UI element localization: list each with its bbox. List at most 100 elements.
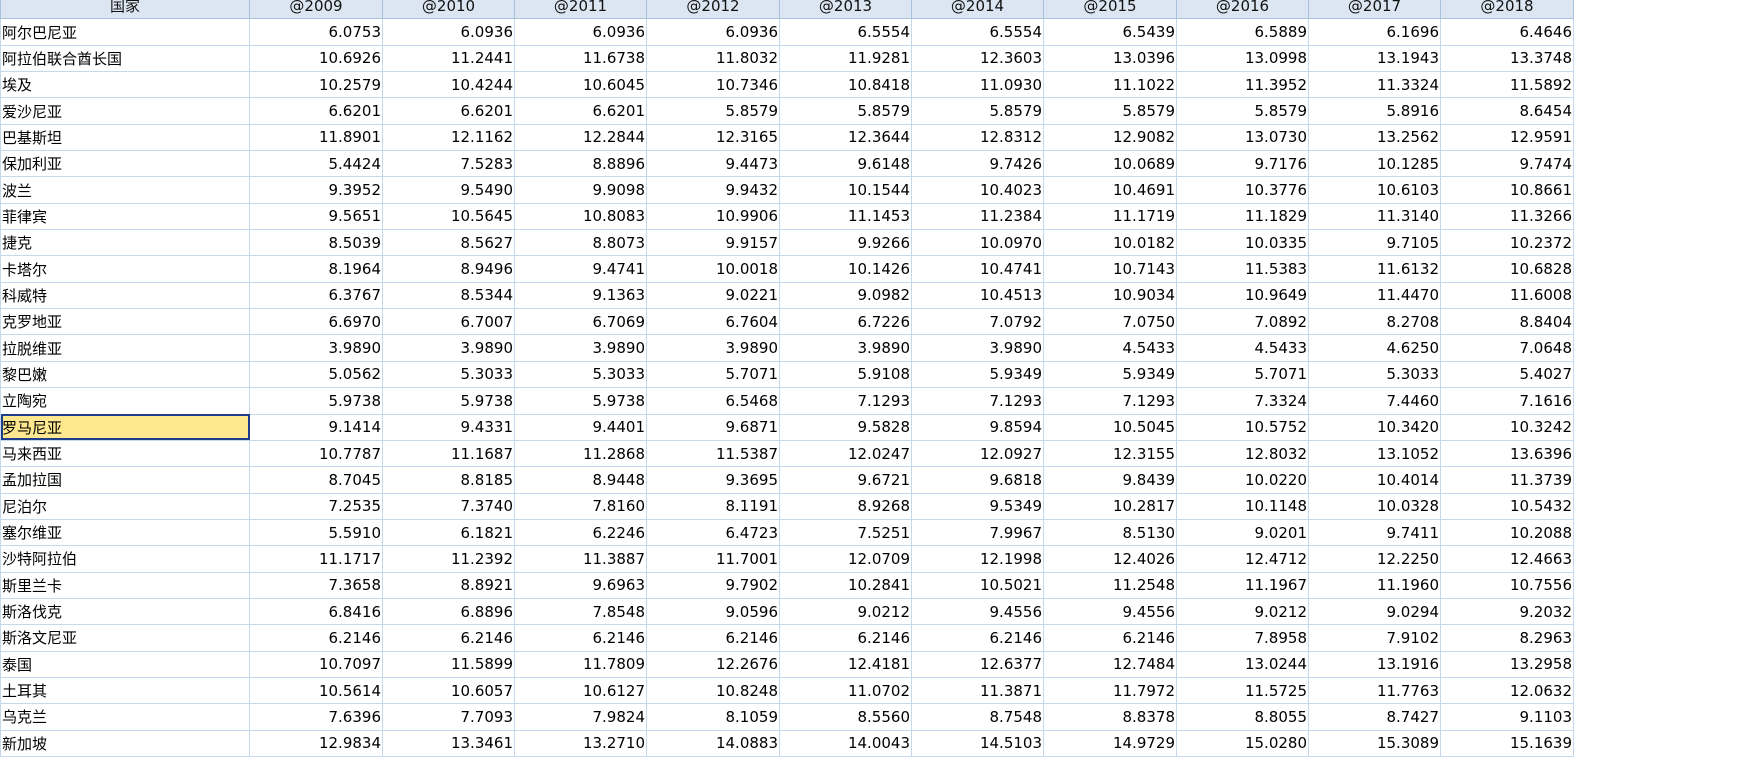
value-cell[interactable]: 10.9034 <box>1043 281 1177 310</box>
value-cell[interactable]: 10.9906 <box>646 202 780 231</box>
value-cell[interactable]: 5.9108 <box>779 360 912 389</box>
value-cell[interactable]: 10.6828 <box>1440 255 1574 283</box>
value-cell[interactable]: 6.6201 <box>249 97 383 125</box>
value-cell[interactable]: 10.7346 <box>646 71 780 99</box>
value-cell[interactable]: 5.9738 <box>514 387 647 415</box>
value-cell[interactable]: 9.1414 <box>249 413 383 441</box>
value-cell[interactable]: 10.1426 <box>779 255 912 283</box>
value-cell[interactable]: 11.7763 <box>1308 676 1441 705</box>
value-cell[interactable]: 5.7071 <box>646 360 780 389</box>
value-cell[interactable]: 10.5614 <box>249 676 383 705</box>
value-cell[interactable]: 11.1687 <box>382 439 515 468</box>
value-cell[interactable]: 7.7093 <box>382 703 515 731</box>
country-cell[interactable]: 捷克 <box>0 229 250 257</box>
value-cell[interactable]: 11.2548 <box>1043 571 1177 599</box>
value-cell[interactable]: 8.5627 <box>382 229 515 257</box>
value-cell[interactable]: 5.8579 <box>1043 97 1177 125</box>
value-cell[interactable]: 9.6148 <box>779 150 912 178</box>
value-cell[interactable]: 10.5045 <box>1043 413 1177 441</box>
value-cell[interactable]: 12.0927 <box>911 439 1044 468</box>
value-cell[interactable]: 7.9967 <box>911 518 1044 547</box>
value-cell[interactable]: 10.4023 <box>911 176 1044 204</box>
country-cell[interactable]: 阿尔巴尼亚 <box>0 18 250 46</box>
value-cell[interactable]: 7.9102 <box>1308 624 1441 652</box>
value-cell[interactable]: 9.5490 <box>382 176 515 204</box>
value-cell[interactable]: 5.4027 <box>1440 360 1574 389</box>
value-cell[interactable]: 6.5468 <box>646 387 780 415</box>
value-cell[interactable]: 7.2535 <box>249 492 383 520</box>
value-cell[interactable]: 7.8160 <box>514 492 647 520</box>
value-cell[interactable]: 4.6250 <box>1308 334 1441 362</box>
value-cell[interactable]: 5.3033 <box>1308 360 1441 389</box>
value-cell[interactable]: 8.8921 <box>382 571 515 599</box>
value-cell[interactable]: 12.9834 <box>249 729 383 757</box>
value-cell[interactable]: 9.7902 <box>646 571 780 599</box>
value-cell[interactable]: 6.2146 <box>382 624 515 652</box>
value-cell[interactable]: 11.6008 <box>1440 281 1574 310</box>
value-cell[interactable]: 9.0212 <box>779 597 912 626</box>
value-cell[interactable]: 6.4646 <box>1440 18 1574 46</box>
value-cell[interactable]: 12.7484 <box>1043 650 1177 678</box>
value-cell[interactable]: 11.5383 <box>1176 255 1309 283</box>
value-cell[interactable]: 13.1916 <box>1308 650 1441 678</box>
value-cell[interactable]: 4.5433 <box>1176 334 1309 362</box>
value-cell[interactable]: 10.6057 <box>382 676 515 705</box>
value-cell[interactable]: 10.7097 <box>249 650 383 678</box>
value-cell[interactable]: 12.2676 <box>646 650 780 678</box>
value-cell[interactable]: 5.9738 <box>382 387 515 415</box>
value-cell[interactable]: 10.8418 <box>779 71 912 99</box>
value-cell[interactable]: 10.2817 <box>1043 492 1177 520</box>
value-cell[interactable]: 7.5251 <box>779 518 912 547</box>
value-cell[interactable]: 6.1696 <box>1308 18 1441 46</box>
value-cell[interactable]: 6.8896 <box>382 597 515 626</box>
value-cell[interactable]: 11.1829 <box>1176 202 1309 231</box>
country-cell[interactable]: 罗马尼亚 <box>0 413 250 441</box>
value-cell[interactable]: 10.5752 <box>1176 413 1309 441</box>
value-cell[interactable]: 11.2384 <box>911 202 1044 231</box>
value-cell[interactable]: 7.0792 <box>911 308 1044 336</box>
value-cell[interactable]: 10.2579 <box>249 71 383 99</box>
value-cell[interactable]: 4.5433 <box>1043 334 1177 362</box>
value-cell[interactable]: 14.9729 <box>1043 729 1177 757</box>
country-cell[interactable]: 阿拉伯联合酋长国 <box>0 44 250 73</box>
value-cell[interactable]: 8.5039 <box>249 229 383 257</box>
value-cell[interactable]: 12.9082 <box>1043 123 1177 152</box>
value-cell[interactable]: 9.7474 <box>1440 150 1574 178</box>
value-cell[interactable]: 6.6970 <box>249 308 383 336</box>
value-cell[interactable]: 6.2246 <box>514 518 647 547</box>
value-cell[interactable]: 3.9890 <box>514 334 647 362</box>
value-cell[interactable]: 8.7427 <box>1308 703 1441 731</box>
value-cell[interactable]: 9.9098 <box>514 176 647 204</box>
value-cell[interactable]: 5.9349 <box>911 360 1044 389</box>
value-cell[interactable]: 11.6132 <box>1308 255 1441 283</box>
country-cell[interactable]: 立陶宛 <box>0 387 250 415</box>
value-cell[interactable]: 15.3089 <box>1308 729 1441 757</box>
value-cell[interactable]: 7.3740 <box>382 492 515 520</box>
value-cell[interactable]: 6.8416 <box>249 597 383 626</box>
country-cell[interactable]: 尼泊尔 <box>0 492 250 520</box>
value-cell[interactable]: 10.9649 <box>1176 281 1309 310</box>
value-cell[interactable]: 6.7226 <box>779 308 912 336</box>
value-cell[interactable]: 10.5021 <box>911 571 1044 599</box>
value-cell[interactable]: 9.1103 <box>1440 703 1574 731</box>
value-cell[interactable]: 10.6127 <box>514 676 647 705</box>
value-cell[interactable]: 11.3324 <box>1308 71 1441 99</box>
value-cell[interactable]: 6.7069 <box>514 308 647 336</box>
value-cell[interactable]: 6.2146 <box>911 624 1044 652</box>
value-cell[interactable]: 9.0221 <box>646 281 780 310</box>
value-cell[interactable]: 11.0930 <box>911 71 1044 99</box>
value-cell[interactable]: 10.3776 <box>1176 176 1309 204</box>
value-cell[interactable]: 5.5910 <box>249 518 383 547</box>
value-cell[interactable]: 11.1022 <box>1043 71 1177 99</box>
value-cell[interactable]: 6.0753 <box>249 18 383 46</box>
value-cell[interactable]: 7.5283 <box>382 150 515 178</box>
value-cell[interactable]: 6.3767 <box>249 281 383 310</box>
value-cell[interactable]: 10.0018 <box>646 255 780 283</box>
value-cell[interactable]: 9.4556 <box>1043 597 1177 626</box>
value-cell[interactable]: 11.0702 <box>779 676 912 705</box>
value-cell[interactable]: 9.0212 <box>1176 597 1309 626</box>
country-cell[interactable]: 斯洛伐克 <box>0 597 250 626</box>
value-cell[interactable]: 3.9890 <box>382 334 515 362</box>
value-cell[interactable]: 11.2392 <box>382 545 515 573</box>
value-cell[interactable]: 5.3033 <box>514 360 647 389</box>
